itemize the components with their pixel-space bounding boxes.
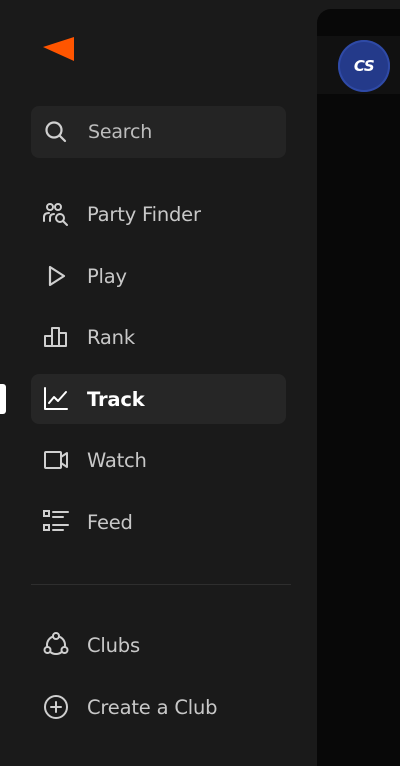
party-finder-icon <box>41 199 71 229</box>
nav-label: Party Finder <box>87 202 201 226</box>
nav-label: Clubs <box>87 633 140 657</box>
nav-item-track[interactable]: Track <box>31 374 286 424</box>
nav-item-rank[interactable]: Rank <box>31 312 286 362</box>
nav-label: Play <box>87 264 127 288</box>
nav-label: Track <box>87 387 145 411</box>
clubs-icon <box>41 630 71 660</box>
add-circle-icon <box>41 692 71 722</box>
search-icon <box>43 119 69 145</box>
nav-label: Watch <box>87 448 147 472</box>
nav-item-clubs[interactable]: Clubs <box>31 620 286 670</box>
app-window: Search Party Finder Play Rank Track Watc… <box>0 0 400 766</box>
divider <box>31 584 291 585</box>
feed-icon <box>41 507 71 537</box>
active-indicator <box>0 384 6 414</box>
game-badge-cs[interactable]: CS <box>338 40 390 92</box>
watch-icon <box>41 445 71 475</box>
nav-item-create-club[interactable]: Create a Club <box>31 682 286 732</box>
nav-item-play[interactable]: Play <box>31 251 286 301</box>
search-label: Search <box>88 121 153 143</box>
rank-icon <box>41 322 71 352</box>
track-icon <box>41 384 71 414</box>
nav-label: Create a Club <box>87 695 218 719</box>
search-button[interactable]: Search <box>31 106 286 158</box>
nav-label: Feed <box>87 510 133 534</box>
faceit-logo-icon[interactable] <box>42 36 76 64</box>
sidebar: Search Party Finder Play Rank Track Watc… <box>0 0 318 766</box>
game-badge-text: CS <box>353 57 375 75</box>
main-content-panel <box>317 9 400 766</box>
nav-item-watch[interactable]: Watch <box>31 435 286 485</box>
play-icon <box>41 261 71 291</box>
nav-item-party-finder[interactable]: Party Finder <box>31 189 286 239</box>
nav-item-feed[interactable]: Feed <box>31 497 286 547</box>
nav-label: Rank <box>87 325 135 349</box>
